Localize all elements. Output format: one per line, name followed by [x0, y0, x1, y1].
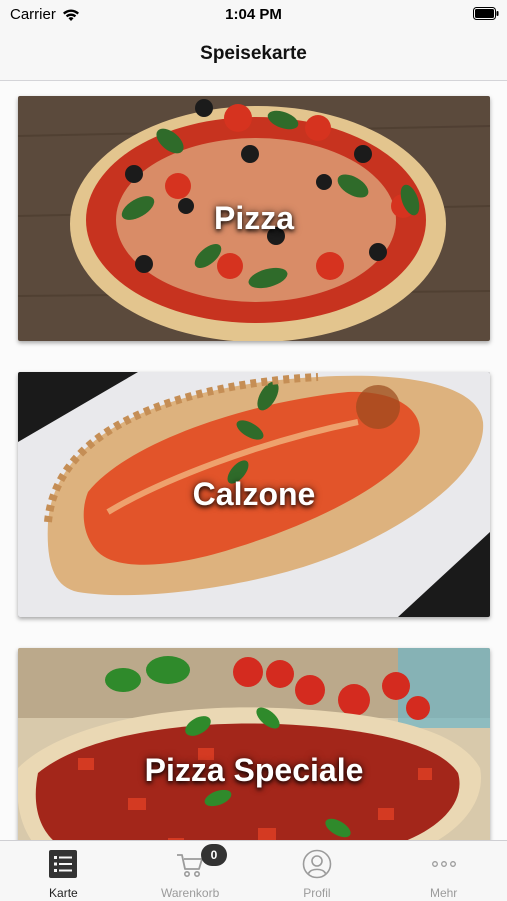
- tab-label: Profil: [303, 886, 331, 900]
- page-title: Speisekarte: [200, 43, 307, 64]
- tab-label: Karte: [49, 886, 78, 900]
- category-card-pizza[interactable]: Pizza: [18, 96, 490, 341]
- category-label: Pizza: [213, 200, 295, 236]
- more-icon: [431, 861, 456, 867]
- tab-profil[interactable]: Profil: [254, 841, 381, 901]
- cart-count-badge: 0: [201, 844, 227, 866]
- status-time: 1:04 PM: [225, 6, 282, 23]
- battery-icon: [473, 7, 499, 20]
- tab-label: Warenkorb: [161, 886, 220, 900]
- tab-karte[interactable]: Karte: [0, 841, 127, 901]
- category-label: Pizza Speciale: [144, 752, 364, 788]
- tab-bar: Karte Warenkorb Profil Mehr: [0, 840, 507, 901]
- tab-mehr[interactable]: Mehr: [380, 841, 507, 901]
- category-card-calzone[interactable]: Calzone: [18, 372, 490, 617]
- tab-warenkorb[interactable]: Warenkorb: [127, 841, 254, 901]
- menu-category-list[interactable]: Pizza Calzone Pizza Speciale: [0, 81, 507, 840]
- category-card-pizza-speciale[interactable]: Pizza Speciale: [18, 648, 490, 840]
- menu-list-icon: [49, 850, 78, 878]
- tab-label: Mehr: [429, 886, 458, 900]
- profile-icon: [302, 849, 332, 879]
- navigation-bar: Speisekarte: [0, 28, 507, 81]
- category-label: Calzone: [192, 476, 316, 512]
- status-bar: Carrier 1:04 PM: [0, 0, 507, 28]
